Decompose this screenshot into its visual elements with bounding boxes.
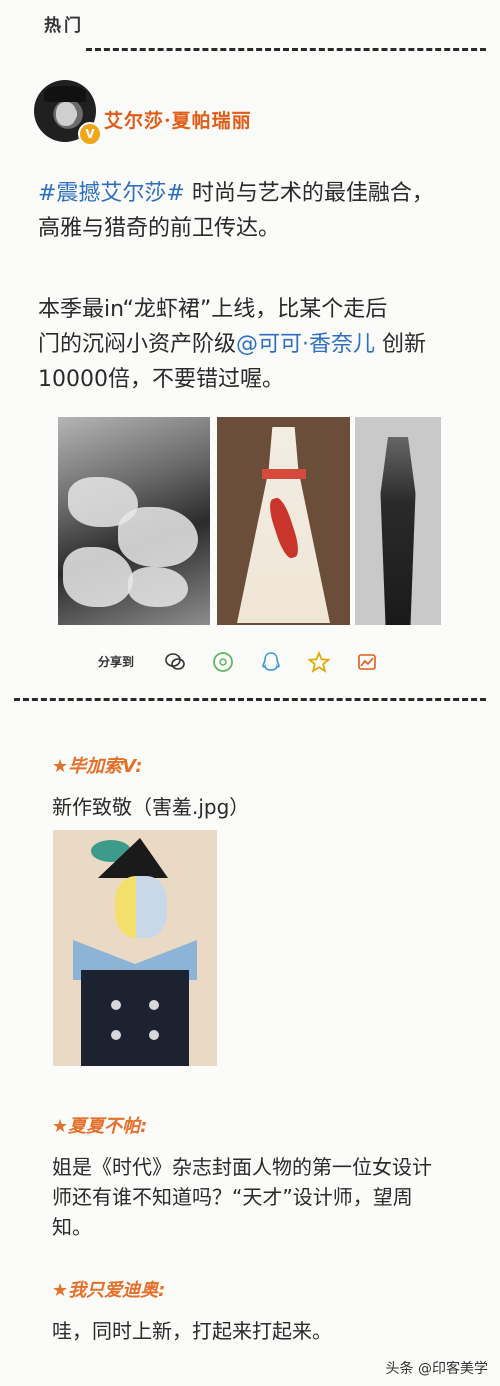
avatar-hat — [44, 86, 86, 102]
post-text-segment: 10000倍，不要错过喔。 — [38, 367, 284, 392]
figure-shape — [380, 437, 416, 625]
painting-coat — [81, 970, 189, 1066]
comment-author[interactable]: ★毕加索V: — [52, 752, 142, 778]
post-text-segment: 时尚与艺术的最佳融合， — [184, 181, 434, 206]
favorite-star-icon[interactable] — [307, 650, 331, 673]
post-header: V 艾尔莎·夏帕瑞丽 — [34, 80, 474, 146]
qq-icon[interactable] — [260, 651, 282, 673]
comment-text: 新作致敬（害羞.jpg） — [52, 795, 250, 819]
painting-face — [115, 876, 167, 938]
post-text-segment: 本季最in“龙虾裙”上线，比某个走后 — [38, 297, 388, 322]
share-label: 分享到 — [98, 655, 135, 669]
post-body-paragraph-1: #震撼艾尔莎# 时尚与艺术的最佳融合， 高雅与猎奇的前卫传达。 — [38, 176, 474, 246]
comment-text-line: 姐是《时代》杂志封面人物的第一位女设计 — [52, 1155, 432, 1179]
hashtag-link[interactable]: #震撼艾尔莎# — [38, 181, 185, 206]
hot-tab[interactable]: 热门 — [44, 11, 84, 36]
mention-link[interactable]: @可可·香奈儿 — [236, 332, 375, 357]
post-image-3[interactable] — [355, 417, 441, 625]
comment-text-line: 师还有谁不知道吗？“天才”设计师，望周 — [52, 1185, 413, 1209]
comment-text: 哇，同时上新，打起来打起来。 — [52, 1319, 332, 1343]
post-body-paragraph-2: 本季最in“龙虾裙”上线，比某个走后 门的沉闷小资产阶级@可可·香奈儿 创新 1… — [38, 292, 474, 397]
post-image-2[interactable] — [217, 417, 350, 625]
post-text-segment: 高雅与猎奇的前卫传达。 — [38, 216, 281, 241]
watermark: 头条 @印客美学 — [385, 1361, 488, 1377]
comment-text-line: 知。 — [52, 1215, 92, 1239]
comment-author[interactable]: ★我只爱迪奥: — [52, 1276, 165, 1302]
comment-image-picasso[interactable] — [53, 830, 217, 1066]
comment-author[interactable]: ★夏夏不帕: — [52, 1112, 147, 1138]
post-text-segment: 创新 — [375, 332, 427, 357]
share-bar: 分享到 — [98, 650, 398, 675]
weibo-icon[interactable] — [356, 651, 378, 673]
dress-sash — [262, 469, 306, 479]
moments-icon[interactable] — [212, 651, 234, 673]
author-name[interactable]: 艾尔莎·夏帕瑞丽 — [104, 106, 252, 133]
divider — [14, 698, 486, 701]
wechat-icon[interactable] — [164, 651, 186, 673]
avatar-face — [56, 102, 76, 126]
verified-badge-icon: V — [78, 122, 102, 146]
post-text-segment: 门的沉闷小资产阶级 — [38, 332, 237, 357]
divider — [86, 48, 486, 51]
post-image-1[interactable] — [58, 417, 210, 625]
comment-text: 姐是《时代》杂志封面人物的第一位女设计 师还有谁不知道吗？“天才”设计师，望周 … — [52, 1152, 472, 1242]
